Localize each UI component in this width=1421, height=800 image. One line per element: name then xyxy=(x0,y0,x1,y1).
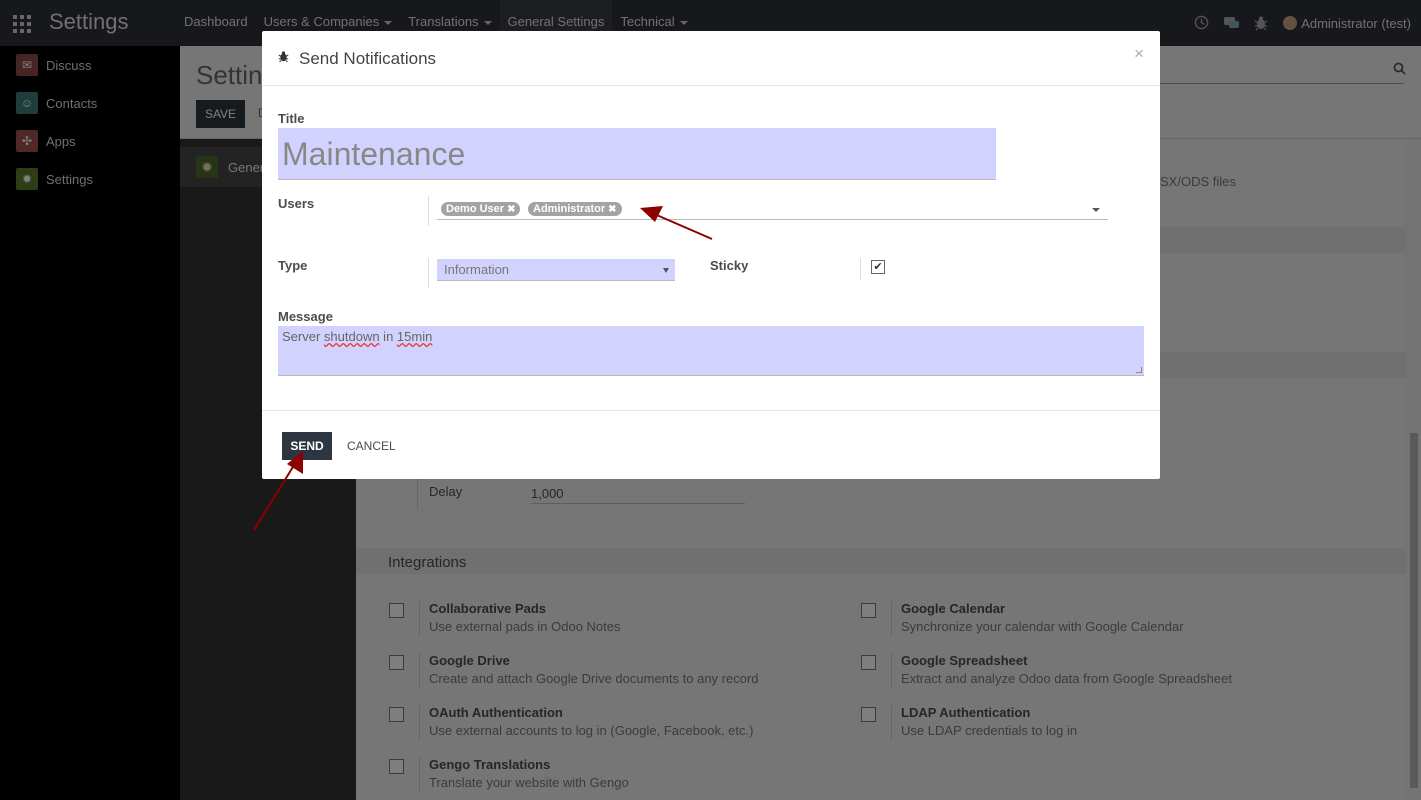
message-text: Server xyxy=(282,329,324,344)
dialog-header: Send Notifications × xyxy=(262,31,1160,86)
tag-remove-icon[interactable]: ✖ xyxy=(507,204,515,215)
user-tag-demo-user: Demo User ✖ xyxy=(441,202,521,216)
chevron-down-icon xyxy=(663,268,669,273)
divider xyxy=(428,258,429,288)
divider xyxy=(860,258,861,280)
users-many2many-input[interactable]: Demo User ✖ Administrator ✖ xyxy=(437,196,1108,220)
chevron-down-icon[interactable] xyxy=(1092,208,1100,212)
cancel-button[interactable]: CANCEL xyxy=(347,439,396,453)
send-button[interactable]: SEND xyxy=(282,432,332,460)
message-text: in xyxy=(379,329,397,344)
resize-handle-icon[interactable] xyxy=(1136,367,1142,373)
type-label: Type xyxy=(278,258,308,273)
message-label: Message xyxy=(278,309,333,324)
message-text: shutdown xyxy=(323,329,380,344)
sticky-checkbox[interactable]: ✔ xyxy=(871,260,885,274)
type-selected-value: Information xyxy=(444,262,510,277)
dialog-title: Send Notifications xyxy=(299,49,437,68)
send-notifications-dialog: Send Notifications × Title Maintenance U… xyxy=(262,31,1160,479)
users-label: Users xyxy=(278,196,315,211)
close-icon[interactable]: × xyxy=(1134,44,1144,64)
message-text: 15min xyxy=(396,329,433,344)
message-textarea[interactable]: Server shutdown in 15min xyxy=(278,326,1144,376)
user-tag-administrator: Administrator ✖ xyxy=(528,202,622,216)
title-label: Title xyxy=(278,111,305,126)
tag-label: Administrator xyxy=(533,203,606,215)
tag-label: Demo User xyxy=(446,203,505,215)
tag-remove-icon[interactable]: ✖ xyxy=(608,204,616,215)
sticky-label: Sticky xyxy=(710,258,749,273)
divider xyxy=(428,196,429,226)
type-select[interactable]: Information xyxy=(437,259,675,281)
title-input[interactable]: Maintenance xyxy=(278,128,996,180)
bug-icon xyxy=(278,50,289,66)
dialog-footer: SEND CANCEL xyxy=(262,410,1160,479)
